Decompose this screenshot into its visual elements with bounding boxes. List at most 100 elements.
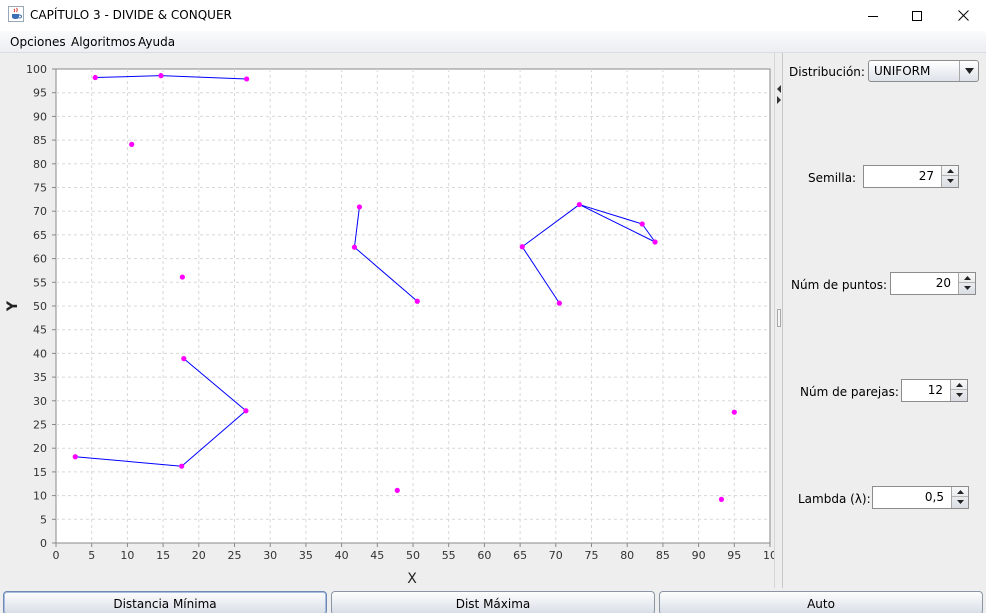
y-tick-label: 85 — [33, 134, 47, 147]
x-tick-label: 60 — [477, 549, 491, 562]
x-tick-label: 40 — [335, 549, 349, 562]
y-axis-label: Y — [5, 300, 21, 312]
parejas-spinner[interactable]: 12 — [901, 379, 968, 402]
split-divider[interactable] — [774, 53, 783, 588]
semilla-increment-button[interactable] — [942, 166, 958, 176]
arrow-up-icon — [946, 168, 954, 173]
lambda-decrement-button[interactable] — [952, 497, 968, 507]
semilla-decrement-button[interactable] — [942, 176, 958, 186]
x-tick-label: 30 — [263, 549, 277, 562]
puntos-decrement-button[interactable] — [959, 283, 975, 293]
lambda-spinner[interactable]: 0,5 — [872, 486, 969, 509]
arrow-up-icon — [955, 382, 963, 387]
dist-maxima-button[interactable]: Dist Máxima — [331, 591, 655, 613]
distribucion-value: UNIFORM — [874, 64, 931, 78]
x-tick-label: 45 — [370, 549, 384, 562]
data-point — [92, 74, 98, 81]
lambda-increment-button[interactable] — [952, 487, 968, 497]
puntos-label: Núm de puntos: — [791, 278, 888, 292]
y-tick-label: 35 — [33, 371, 47, 384]
dropdown-button[interactable] — [959, 61, 978, 81]
puntos-increment-button[interactable] — [959, 273, 975, 283]
x-tick-label: 95 — [727, 549, 741, 562]
minimize-button[interactable] — [850, 0, 896, 31]
y-tick-label: 70 — [33, 205, 47, 218]
scatter-chart[interactable]: 0 5 10 15 20 25 30 35 40 45 50 55 60 65 70 75 80 85 90 95 10… — [0, 53, 774, 588]
parejas-increment-button[interactable] — [951, 380, 967, 390]
y-tick-label: 10 — [33, 490, 47, 503]
y-tick-label: 20 — [33, 442, 47, 455]
control-panel: Distribución: UNIFORM Semilla: 27 Núm de… — [783, 53, 986, 588]
lambda-value[interactable]: 0,5 — [925, 490, 944, 504]
parejas-label: Núm de parejas: — [800, 385, 899, 399]
y-tick-label: 50 — [33, 300, 47, 313]
x-tick-label: 10 — [763, 549, 774, 562]
y-tick-label: 15 — [33, 466, 47, 479]
data-point — [414, 298, 420, 304]
parejas-decrement-button[interactable] — [951, 390, 967, 400]
x-tick-label: 55 — [442, 549, 456, 562]
data-point — [179, 274, 185, 280]
arrow-down-icon — [963, 286, 971, 290]
y-tick-label: 65 — [33, 229, 47, 242]
close-button[interactable] — [940, 0, 986, 31]
x-tick-label: 5 — [88, 549, 95, 562]
data-point — [394, 487, 400, 493]
menu-ayuda[interactable]: Ayuda — [138, 35, 175, 49]
x-tick-label: 80 — [620, 549, 634, 562]
semilla-value[interactable]: 27 — [919, 169, 934, 183]
collapse-left-icon[interactable] — [776, 85, 782, 93]
arrow-down-icon — [946, 179, 954, 183]
x-tick-label: 25 — [228, 549, 242, 562]
puntos-value[interactable]: 20 — [936, 276, 951, 290]
y-tick-label: 90 — [33, 110, 47, 123]
data-point — [356, 204, 363, 210]
data-point — [652, 239, 658, 245]
window-title: CAPÍTULO 3 - DIVIDE & CONQUER — [30, 8, 232, 22]
lambda-spinner-buttons — [951, 487, 968, 508]
x-tick-label: 65 — [513, 549, 527, 562]
y-tick-label: 0 — [40, 537, 47, 550]
maximize-icon — [912, 10, 922, 21]
x-tick-label: 50 — [406, 549, 420, 562]
x-tick-label: 70 — [549, 549, 563, 562]
data-point — [244, 76, 250, 82]
parejas-value[interactable]: 12 — [928, 383, 943, 397]
distancia-minima-button[interactable]: Distancia Mínima — [3, 591, 327, 613]
x-tick-label: 85 — [656, 549, 670, 562]
close-icon — [957, 10, 969, 21]
puntos-spinner[interactable]: 20 — [890, 272, 976, 295]
menu-algoritmos[interactable]: Algoritmos — [71, 35, 136, 49]
x-tick-label: 15 — [156, 549, 170, 562]
y-tick-label: 75 — [33, 182, 47, 195]
semilla-spinner[interactable]: 27 — [863, 165, 959, 188]
plot-panel[interactable]: 0 5 10 15 20 25 30 35 40 45 50 55 60 65 70 75 80 85 90 95 10… — [0, 53, 774, 588]
x-tick-label: 35 — [299, 549, 313, 562]
distribucion-label: Distribución: — [789, 65, 865, 79]
button-bar: Distancia Mínima Dist Máxima Auto — [0, 588, 986, 613]
semilla-label: Semilla: — [808, 171, 857, 185]
data-point — [72, 454, 78, 460]
maximize-button[interactable] — [894, 0, 940, 31]
semilla-spinner-buttons — [941, 166, 958, 187]
data-point — [731, 409, 737, 415]
data-point — [243, 408, 249, 414]
data-point — [351, 244, 358, 250]
auto-button[interactable]: Auto — [659, 591, 983, 613]
x-tick-label: 90 — [692, 549, 706, 562]
y-tick-label: 40 — [33, 347, 47, 360]
chevron-down-icon — [964, 68, 974, 74]
y-tick-label: 45 — [33, 324, 47, 337]
data-point — [639, 221, 645, 227]
menu-bar: Opciones Algoritmos Ayuda — [0, 31, 986, 53]
distribucion-select[interactable]: UNIFORM — [868, 60, 979, 82]
data-point — [158, 73, 164, 79]
data-point — [181, 356, 187, 362]
collapse-right-icon[interactable] — [776, 96, 782, 104]
data-point — [519, 244, 525, 250]
divider-grip[interactable] — [777, 309, 781, 327]
y-tick-label: 60 — [33, 253, 47, 266]
arrow-up-icon — [956, 489, 964, 494]
menu-opciones[interactable]: Opciones — [10, 35, 66, 49]
x-tick-label: 75 — [585, 549, 599, 562]
